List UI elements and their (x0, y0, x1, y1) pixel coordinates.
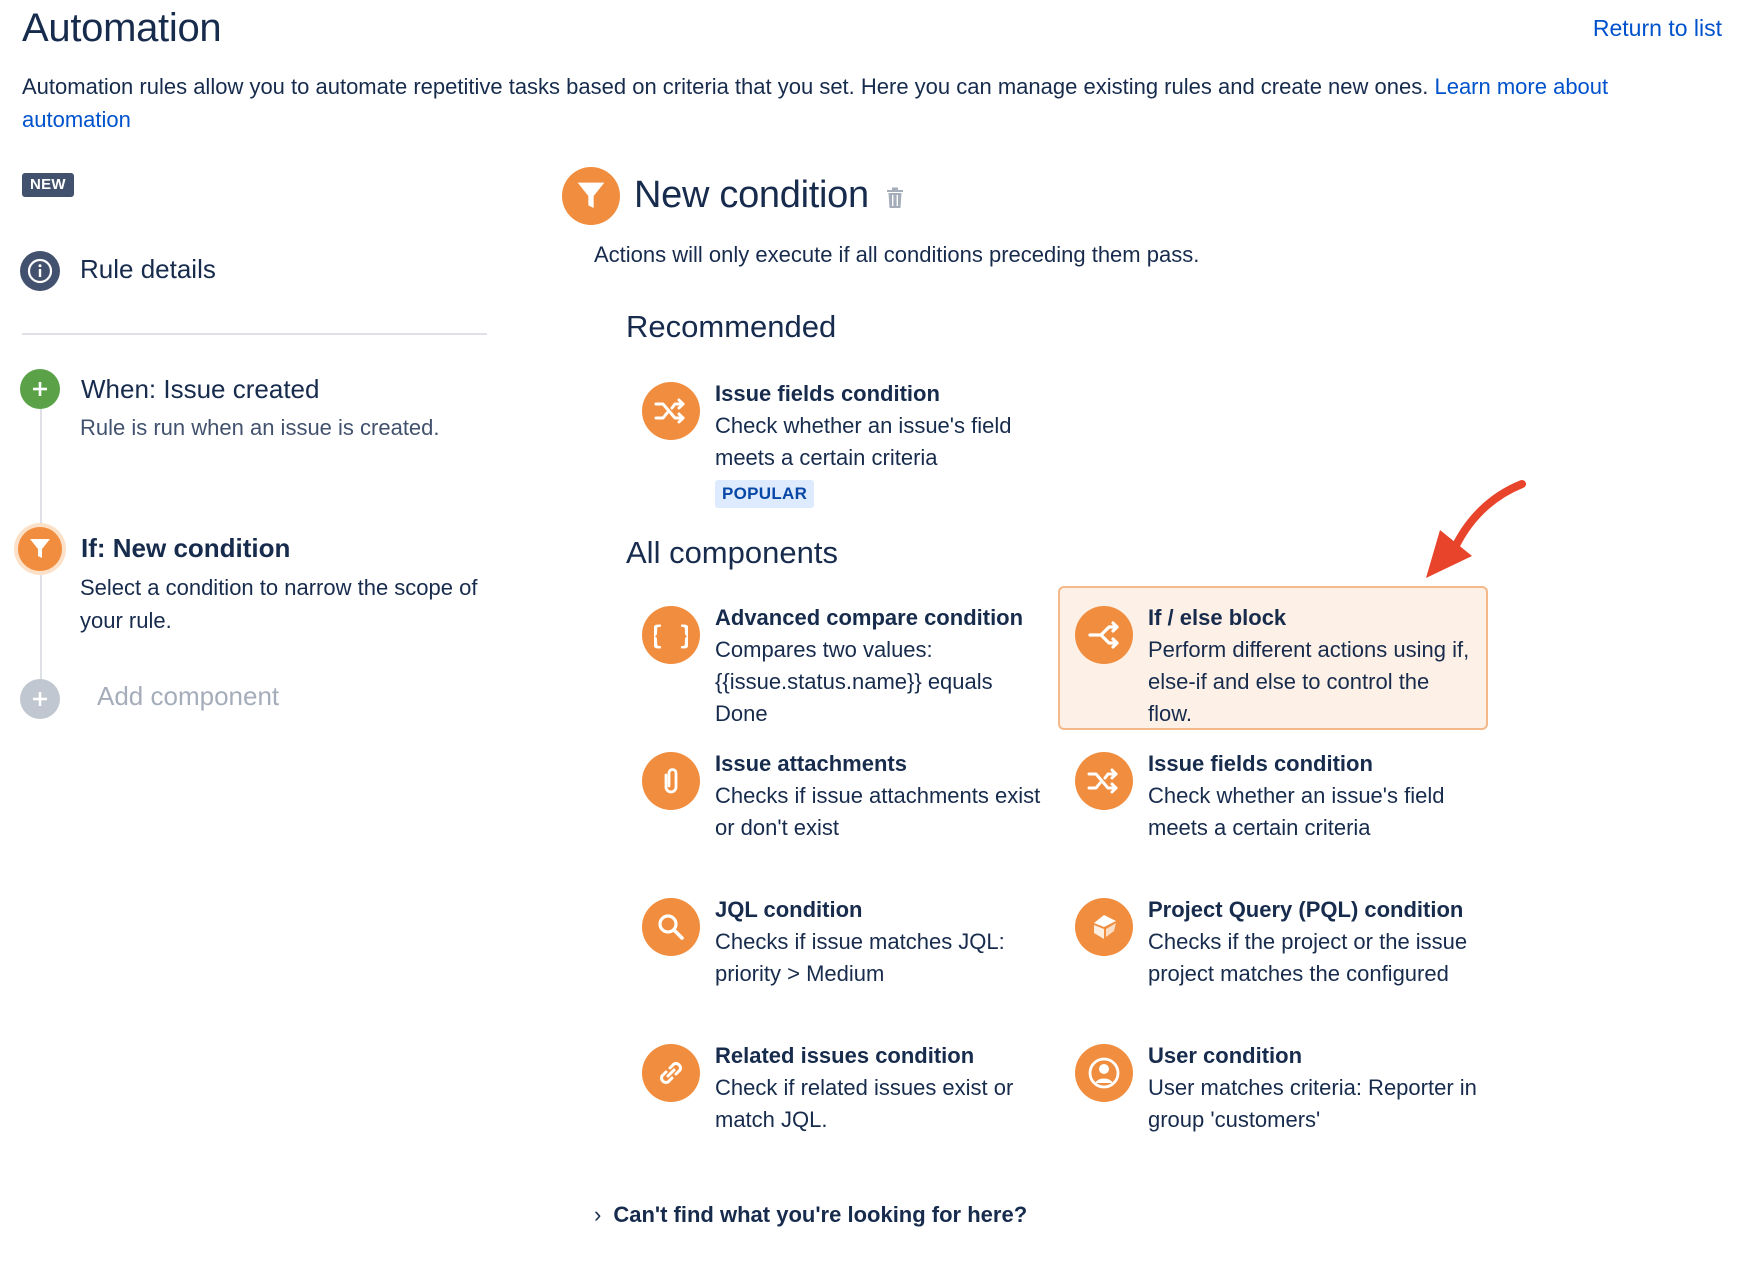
component-desc: Check whether an issue's field meets a c… (1148, 783, 1445, 840)
new-badge: NEW (22, 173, 74, 197)
component-title: Advanced compare condition (715, 605, 1024, 630)
info-icon[interactable] (20, 251, 60, 291)
component-title: If / else block (1148, 605, 1287, 630)
component-title: Issue fields condition (1148, 751, 1373, 776)
annotation-arrow (1412, 474, 1532, 599)
popular-badge: POPULAR (715, 480, 815, 508)
component-desc: Check whether an issue's field meets a c… (715, 413, 1012, 470)
chevron-right-icon: › (594, 1202, 602, 1227)
component-title: Project Query (PQL) condition (1148, 897, 1464, 922)
component-desc: Check if related issues exist or match J… (715, 1075, 1014, 1132)
trash-icon[interactable] (886, 187, 904, 214)
intro-description: Automation rules allow you to automate r… (22, 74, 1429, 99)
step-when-desc: Rule is run when an issue is created. (80, 415, 440, 440)
recommended-issue-fields-condition[interactable]: Issue fields condition Check whether an … (626, 378, 1046, 528)
component-desc: Perform different actions using if, else… (1148, 637, 1470, 726)
condition-filter-icon[interactable] (18, 527, 62, 571)
rule-details-link[interactable]: Rule details (80, 254, 216, 285)
page-title: Automation (22, 6, 222, 50)
component-title: Issue attachments (715, 751, 907, 776)
add-plus-icon[interactable] (20, 679, 60, 719)
component-issue-fields-condition[interactable]: Issue fields condition Check whether an … (1059, 748, 1489, 848)
add-component-button[interactable]: Add component (97, 681, 279, 712)
filter-icon (562, 167, 620, 225)
condition-title: New condition (634, 174, 869, 216)
search-icon (642, 898, 700, 956)
component-title: Related issues condition (715, 1043, 975, 1068)
component-desc: User matches criteria: Reporter in group… (1148, 1075, 1477, 1132)
user-icon (1075, 1044, 1133, 1102)
trigger-plus-icon[interactable] (20, 369, 60, 409)
recommended-heading: Recommended (626, 309, 837, 344)
step-when-title[interactable]: When: Issue created (81, 374, 319, 405)
component-advanced-compare[interactable]: { } Advanced compare condition Compares … (626, 602, 1046, 732)
intro-text: Automation rules allow you to automate r… (22, 70, 1702, 136)
component-related-issues[interactable]: Related issues condition Check if relate… (626, 1040, 1046, 1140)
cant-find-label: Can't find what you're looking for here? (613, 1202, 1028, 1227)
link-icon (642, 1044, 700, 1102)
component-desc: Compares two values: {{issue.status.name… (715, 637, 993, 726)
return-to-list-link[interactable]: Return to list (1593, 15, 1722, 42)
step-if-desc: Select a condition to narrow the scope o… (80, 575, 478, 633)
component-title: User condition (1148, 1043, 1303, 1068)
sidebar-divider (22, 333, 487, 335)
component-desc: Checks if the project or the issue proje… (1148, 929, 1468, 986)
step-if-title[interactable]: If: New condition (81, 533, 290, 564)
all-components-heading: All components (626, 535, 838, 570)
component-title: Issue fields condition (715, 381, 940, 406)
component-project-query[interactable]: Project Query (PQL) condition Checks if … (1059, 894, 1489, 1024)
condition-description: Actions will only execute if all conditi… (594, 242, 1200, 267)
component-if-else-block[interactable]: If / else block Perform different action… (1059, 602, 1489, 732)
shuffle-icon (1075, 752, 1133, 810)
project-icon (1075, 898, 1133, 956)
cant-find-expander[interactable]: › Can't find what you're looking for here… (594, 1202, 1027, 1228)
component-user-condition[interactable]: User condition User matches criteria: Re… (1059, 1040, 1489, 1140)
component-jql-condition[interactable]: JQL condition Checks if issue matches JQ… (626, 894, 1046, 994)
braces-icon: { } (642, 606, 700, 664)
component-title: JQL condition (715, 897, 863, 922)
shuffle-icon (642, 382, 700, 440)
component-desc: Checks if issue matches JQL: priority > … (715, 929, 1005, 986)
component-issue-attachments[interactable]: Issue attachments Checks if issue attach… (626, 748, 1046, 848)
branch-icon (1075, 606, 1133, 664)
paperclip-icon (642, 752, 700, 810)
svg-text:{ }: { } (654, 621, 688, 650)
component-desc: Checks if issue attachments exist or don… (715, 783, 1041, 840)
